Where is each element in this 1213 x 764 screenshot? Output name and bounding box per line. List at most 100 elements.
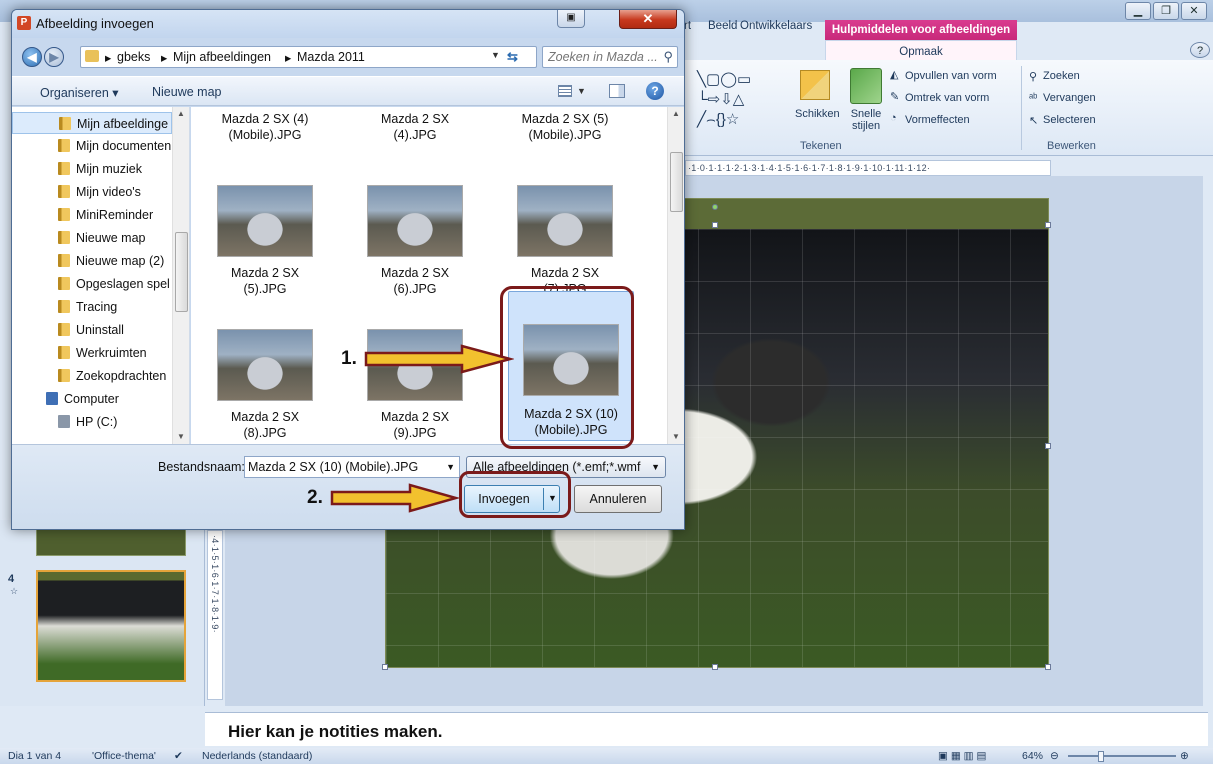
resize-handle[interactable] xyxy=(1045,443,1051,449)
breadcrumb-gbeks[interactable]: gbeks xyxy=(117,50,150,64)
search-icon[interactable]: ⚲ xyxy=(663,49,673,65)
filename-combobox[interactable]: ▼ xyxy=(244,456,460,478)
notes-pane[interactable]: Hier kan je notities maken. xyxy=(205,712,1208,746)
nav-item-nieuwe-map[interactable]: Nieuwe map xyxy=(12,227,172,249)
select-button[interactable]: Selecteren xyxy=(1043,114,1096,126)
nav-item-mijn-muziek[interactable]: Mijn muziek xyxy=(12,158,172,180)
slide-thumbnail-4[interactable] xyxy=(36,570,186,682)
file-scroll-thumb[interactable] xyxy=(670,152,683,212)
tab-ontwikkelaars[interactable]: Ontwikkelaars xyxy=(740,20,812,32)
zoom-slider-knob[interactable] xyxy=(1098,751,1104,762)
zoom-out-icon[interactable]: ⊖ xyxy=(1050,750,1059,762)
scroll-up-icon[interactable]: ▲ xyxy=(672,109,680,118)
nav-item-label: Mijn afbeeldinge xyxy=(77,117,169,131)
breadcrumb-mazda-2011[interactable]: Mazda 2011 xyxy=(297,50,365,64)
arrange-icon[interactable] xyxy=(800,70,830,100)
schikken-button[interactable]: Schikken xyxy=(795,108,840,120)
nav-item-zoekopdrachten[interactable]: Zoekopdrachten xyxy=(12,365,172,387)
nav-item-tracing[interactable]: Tracing xyxy=(12,296,172,318)
file-item[interactable]: Mazda 2 SX (5).JPG xyxy=(200,181,330,305)
status-theme[interactable]: 'Office-thema' xyxy=(92,750,156,762)
nav-item-label: HP (C:) xyxy=(76,415,118,429)
nav-item-werkruimten[interactable]: Werkruimten xyxy=(12,342,172,364)
new-folder-button[interactable]: Nieuwe map xyxy=(152,85,221,99)
back-arrow-icon[interactable]: ◀ xyxy=(22,47,42,67)
tab-partial[interactable]: rt xyxy=(684,20,691,32)
quick-styles-icon[interactable] xyxy=(850,68,882,104)
address-dropdown-icon[interactable]: ▼ xyxy=(491,50,500,60)
chevron-down-icon[interactable]: ▼ xyxy=(651,462,660,472)
chevron-down-icon[interactable]: ▼ xyxy=(446,462,455,472)
breadcrumb-separator[interactable]: ▸ xyxy=(105,50,111,65)
nav-item-mijn-videos[interactable]: Mijn video's xyxy=(12,181,172,203)
scroll-down-icon[interactable]: ▼ xyxy=(177,432,185,441)
preview-pane-icon[interactable] xyxy=(609,84,625,98)
change-view-icon[interactable] xyxy=(558,85,572,97)
file-item[interactable]: Mazda 2 SX (5) (Mobile).JPG xyxy=(500,111,630,147)
view-dropdown-icon[interactable]: ▼ xyxy=(577,86,586,96)
file-label-line1: Mazda 2 SX xyxy=(380,410,450,424)
resize-handle[interactable] xyxy=(1045,222,1051,228)
scroll-down-icon[interactable]: ▼ xyxy=(672,432,680,441)
nav-item-label: Computer xyxy=(64,392,119,406)
car-thumbnail xyxy=(217,185,313,257)
file-item[interactable]: Mazda 2 SX (9).JPG xyxy=(350,325,480,444)
file-scrollbar[interactable]: ▲ ▼ xyxy=(667,107,684,444)
file-item[interactable]: Mazda 2 SX (4).JPG xyxy=(350,111,480,147)
status-language[interactable]: Nederlands (standaard) xyxy=(202,750,312,762)
nav-item-label: Uninstall xyxy=(76,323,124,337)
dialog-help-icon[interactable]: ▣ xyxy=(557,10,585,28)
normal-view-icon[interactable]: ▣ ▦ ▥ ▤ xyxy=(938,750,986,762)
nav-item-minireminder[interactable]: MiniReminder xyxy=(12,204,172,226)
rotate-handle[interactable] xyxy=(712,204,718,210)
search-box[interactable]: ⚲ xyxy=(542,46,678,68)
shapes-gallery-icon-row3[interactable]: ╱⌢{}☆ xyxy=(697,110,739,128)
scroll-up-icon[interactable]: ▲ xyxy=(177,109,185,118)
resize-handle[interactable] xyxy=(1045,664,1051,670)
breadcrumb-mijn-afbeeldingen[interactable]: Mijn afbeeldingen xyxy=(173,50,271,64)
nav-item-mijn-documenten[interactable]: Mijn documenten xyxy=(12,135,172,157)
organize-button[interactable]: Organiseren ▾ xyxy=(40,85,119,100)
breadcrumb-separator[interactable]: ▸ xyxy=(285,50,291,65)
search-input[interactable] xyxy=(548,50,658,64)
nav-scrollbar[interactable]: ▲ ▼ xyxy=(172,107,189,444)
resize-handle[interactable] xyxy=(712,664,718,670)
tab-beeld[interactable]: Beeld xyxy=(708,20,737,32)
file-item[interactable]: Mazda 2 SX (6).JPG xyxy=(350,181,480,305)
replace-button[interactable]: Vervangen xyxy=(1043,92,1096,104)
address-bar[interactable]: ▸ gbeks ▸ Mijn afbeeldingen ▸ Mazda 2011… xyxy=(80,46,537,68)
filename-input[interactable] xyxy=(248,460,438,474)
refresh-icon[interactable]: ⇆ xyxy=(507,49,518,65)
zoom-level[interactable]: 64% xyxy=(1022,750,1043,762)
cancel-button[interactable]: Annuleren xyxy=(574,485,662,513)
file-item[interactable]: Mazda 2 SX (4) (Mobile).JPG xyxy=(200,111,330,147)
breadcrumb-separator[interactable]: ▸ xyxy=(161,50,167,65)
resize-handle[interactable] xyxy=(712,222,718,228)
nav-item-nieuwe-map-2[interactable]: Nieuwe map (2) xyxy=(12,250,172,272)
nav-item-computer[interactable]: Computer xyxy=(12,388,172,410)
shapes-gallery-icon-row2[interactable]: └⇨⇩△ xyxy=(697,90,744,108)
resize-handle[interactable] xyxy=(382,664,388,670)
snelle-stijlen-button[interactable]: Snelle stijlen xyxy=(845,108,887,132)
spellcheck-icon[interactable]: ✔ xyxy=(174,750,183,762)
help-icon[interactable]: ? xyxy=(1190,42,1210,58)
find-button[interactable]: Zoeken xyxy=(1043,70,1080,82)
nav-scroll-thumb[interactable] xyxy=(175,232,188,312)
dialog-close-icon[interactable]: ✕ xyxy=(619,10,677,29)
nav-item-opgeslagen-spel[interactable]: Opgeslagen spel xyxy=(12,273,172,295)
forward-arrow-icon[interactable]: ▶ xyxy=(44,47,64,67)
shape-outline-button[interactable]: Omtrek van vorm xyxy=(905,92,989,104)
nav-item-mijn-afbeeldingen[interactable]: Mijn afbeeldinge xyxy=(12,112,172,134)
slide-number-4: 4 xyxy=(8,573,15,585)
shapes-gallery-icon[interactable]: ╲▢◯▭ xyxy=(697,70,751,88)
file-item[interactable]: Mazda 2 SX (8).JPG xyxy=(200,325,330,444)
tab-opmaak[interactable]: Opmaak xyxy=(825,40,1017,62)
shape-effects-button[interactable]: Vormeffecten xyxy=(905,114,970,126)
zoom-in-icon[interactable]: ⊕ xyxy=(1180,750,1189,762)
shape-fill-button[interactable]: Opvullen van vorm xyxy=(905,70,997,82)
help-icon[interactable]: ? xyxy=(646,82,664,100)
nav-item-hp-c[interactable]: HP (C:) xyxy=(12,411,172,433)
dialog-title-bar[interactable]: P Afbeelding invoegen ▣ ✕ xyxy=(12,10,684,38)
zoom-slider[interactable] xyxy=(1068,755,1176,757)
nav-item-uninstall[interactable]: Uninstall xyxy=(12,319,172,341)
